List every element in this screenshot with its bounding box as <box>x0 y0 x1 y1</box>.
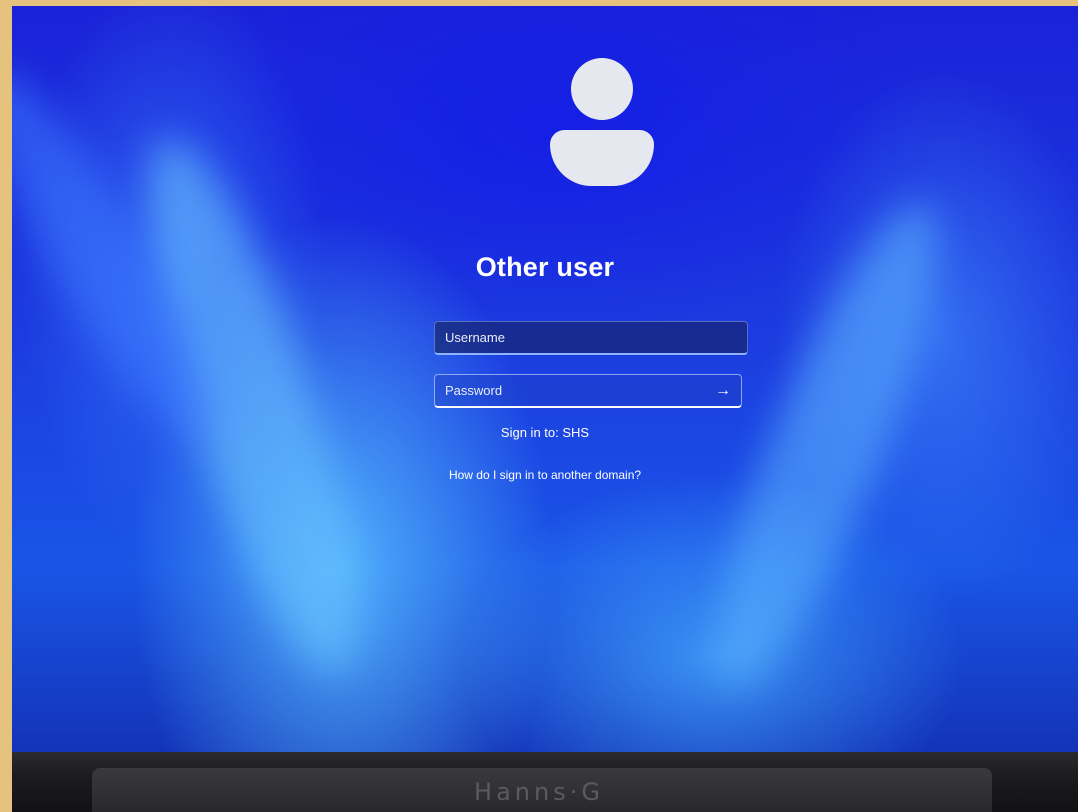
avatar-head <box>571 58 633 120</box>
password-placeholder: Password <box>445 383 503 398</box>
monitor-brand-logo: Hanns·G <box>474 778 604 806</box>
user-avatar-icon <box>550 58 654 186</box>
account-title: Other user <box>475 252 615 282</box>
password-field[interactable]: Password → <box>434 374 742 408</box>
arrow-right-icon[interactable]: → <box>715 382 731 400</box>
username-placeholder: Username <box>445 330 505 345</box>
sign-in-domain-text: Sign in to: SHS <box>500 425 590 440</box>
avatar-body <box>550 130 654 186</box>
login-screen: Other user Username Password → Sign in t… <box>12 6 1078 754</box>
other-domain-help-link[interactable]: How do I sign in to another domain? <box>12 468 1078 482</box>
username-field[interactable]: Username <box>434 321 748 355</box>
